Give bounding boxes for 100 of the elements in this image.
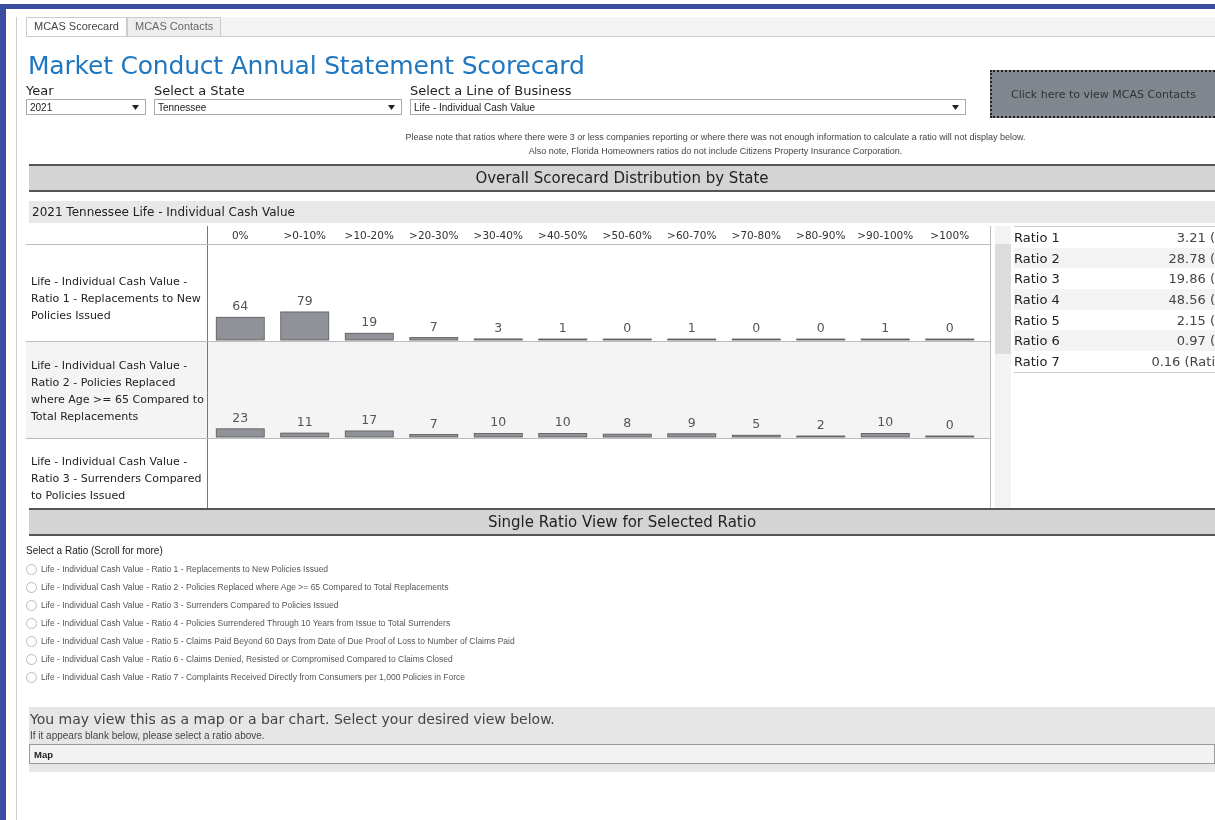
column-header: >60-70% xyxy=(666,228,718,243)
radio-label[interactable]: Life - Individual Cash Value - Ratio 5 - Claims Paid Beyond 60 Days from Date of Due Proof of Loss to Number of Claims Paid xyxy=(41,636,515,646)
bar xyxy=(473,433,523,438)
column-header: >40-50% xyxy=(537,228,589,243)
data-label: 17 xyxy=(361,411,378,427)
radio-button[interactable] xyxy=(26,617,37,629)
ratio-value: 0.97 ( xyxy=(1176,333,1215,349)
column-header: >20-30% xyxy=(408,228,460,243)
radio-label[interactable]: Life - Individual Cash Value - Ratio 1 - Replacements to New Policies Issued xyxy=(41,564,329,574)
ratio-name: Ratio 6 xyxy=(1014,333,1060,349)
bar xyxy=(602,433,652,438)
data-label: 19 xyxy=(361,314,378,330)
dropdown[interactable]: Tennessee xyxy=(154,99,402,115)
bar xyxy=(409,434,459,438)
ratio-name: Ratio 4 xyxy=(1014,291,1060,307)
ratio-name: Ratio 5 xyxy=(1014,312,1060,328)
data-label: 0 xyxy=(623,320,632,335)
column-header: >80-90% xyxy=(795,228,847,243)
bar xyxy=(344,332,394,341)
bar xyxy=(667,338,717,341)
data-label: 11 xyxy=(296,414,313,430)
column-header: >70-80% xyxy=(730,228,782,243)
bar xyxy=(796,435,846,438)
tab[interactable]: MCAS Scorecard xyxy=(26,17,127,36)
column-header: >0-10% xyxy=(282,228,328,243)
view-dropdown[interactable]: Map xyxy=(29,744,1215,764)
bar xyxy=(925,435,975,438)
view-hint: If it appears blank below, please select a ratio above. xyxy=(30,730,266,741)
data-label: 10 xyxy=(877,414,894,430)
dropdown-caret-icon xyxy=(952,104,959,110)
data-label: 0 xyxy=(752,320,761,335)
section-header: Single Ratio View for Selected Ratio xyxy=(29,508,1215,536)
data-label: 7 xyxy=(429,318,438,334)
column-header: 0% xyxy=(230,228,250,243)
radio-button[interactable] xyxy=(26,563,37,575)
column-header: >90-100% xyxy=(856,228,915,243)
bar xyxy=(731,434,781,438)
ratio-name: Ratio 1 xyxy=(1014,229,1060,245)
data-label: 7 xyxy=(429,415,438,431)
dashboard-title: Market Conduct Annual Statement Scorecard xyxy=(28,51,586,80)
radio-label[interactable]: Life - Individual Cash Value - Ratio 6 - Claims Denied, Resisted or Compromised Compared to Claims Closed xyxy=(41,654,453,664)
data-label: 8 xyxy=(623,415,632,431)
bar xyxy=(925,338,975,341)
column-header: >50-60% xyxy=(601,228,653,243)
dropdown[interactable]: 2021 xyxy=(26,99,146,115)
ratio-value: 2.15 ( xyxy=(1176,312,1215,328)
radio-button[interactable] xyxy=(26,581,37,593)
radio-label[interactable]: Life - Individual Cash Value - Ratio 3 - Surrenders Compared to Policies Issued xyxy=(41,600,339,610)
radio-group-label: Select a Ratio (Scroll for more) xyxy=(26,545,164,556)
bar xyxy=(731,338,781,341)
ratio-name: Ratio 2 xyxy=(1014,250,1060,266)
dropdown[interactable]: Life - Individual Cash Value xyxy=(410,99,966,115)
data-label: 5 xyxy=(752,416,761,432)
data-label: 1 xyxy=(558,320,567,335)
data-label: 23 xyxy=(232,409,249,425)
contacts-button[interactable]: Click here to view MCAS Contacts xyxy=(990,70,1215,118)
radio-button[interactable] xyxy=(26,653,37,665)
bar xyxy=(409,337,459,341)
filter-label: Select a State xyxy=(154,82,246,99)
column-header: >30-40% xyxy=(472,228,524,243)
radio-button[interactable] xyxy=(26,635,37,647)
data-label: 64 xyxy=(232,298,249,314)
bar xyxy=(473,338,523,341)
column-header: >10-20% xyxy=(343,228,395,243)
ratio-value: 19.86 ( xyxy=(1168,271,1215,287)
scrollbar[interactable] xyxy=(995,226,1011,508)
bar xyxy=(602,338,652,341)
row-label: Life - Individual Cash Value - Ratio 1 - Replacements to New Policies Issued xyxy=(26,245,208,341)
section-header: Overall Scorecard Distribution by State xyxy=(29,164,1215,192)
data-label: 79 xyxy=(296,292,313,308)
radio-label[interactable]: Life - Individual Cash Value - Ratio 2 - Policies Replaced where Age >= 65 Compared to Total Replacements xyxy=(41,582,449,592)
bar xyxy=(538,338,588,341)
data-label: 9 xyxy=(687,414,696,430)
ratio-value: 28.78 ( xyxy=(1168,250,1215,266)
ratio-name: Ratio 7 xyxy=(1014,353,1060,369)
data-label: 0 xyxy=(945,320,954,335)
bar xyxy=(280,311,330,341)
data-label: 10 xyxy=(490,414,507,430)
data-label: 1 xyxy=(881,320,890,335)
bar xyxy=(215,316,265,341)
data-label: 3 xyxy=(494,319,503,335)
tab[interactable]: MCAS Contacts xyxy=(127,17,222,36)
ratio-value: 3.21 ( xyxy=(1176,229,1215,245)
radio-button[interactable] xyxy=(26,599,37,611)
data-label: 2 xyxy=(816,417,825,432)
bar xyxy=(344,430,394,438)
column-header: >100% xyxy=(929,228,971,243)
bar xyxy=(796,338,846,341)
data-label: 1 xyxy=(687,320,696,335)
ratio-name: Ratio 3 xyxy=(1014,271,1060,287)
note-text: Please note that ratios where there were 3 or less companies reporting or where there was not enough information to calculate a ratio will not display below. xyxy=(405,132,1026,142)
bar xyxy=(215,428,265,438)
filter-label: Select a Line of Business xyxy=(410,82,573,99)
dropdown-caret-icon xyxy=(388,104,395,110)
bar xyxy=(538,433,588,438)
note-text: Also note, Florida Homeowners ratios do not include Citizens Property Insurance Corporation. xyxy=(528,146,903,156)
radio-label[interactable]: Life - Individual Cash Value - Ratio 4 - Policies Surrendered Through 10 Years from Issue to Total Surrenders xyxy=(41,618,451,628)
radio-label[interactable]: Life - Individual Cash Value - Ratio 7 - Complaints Received Directly from Consumers per 1,000 Policies in Force xyxy=(41,672,466,682)
radio-button[interactable] xyxy=(26,671,37,683)
data-label: 0 xyxy=(945,417,954,432)
